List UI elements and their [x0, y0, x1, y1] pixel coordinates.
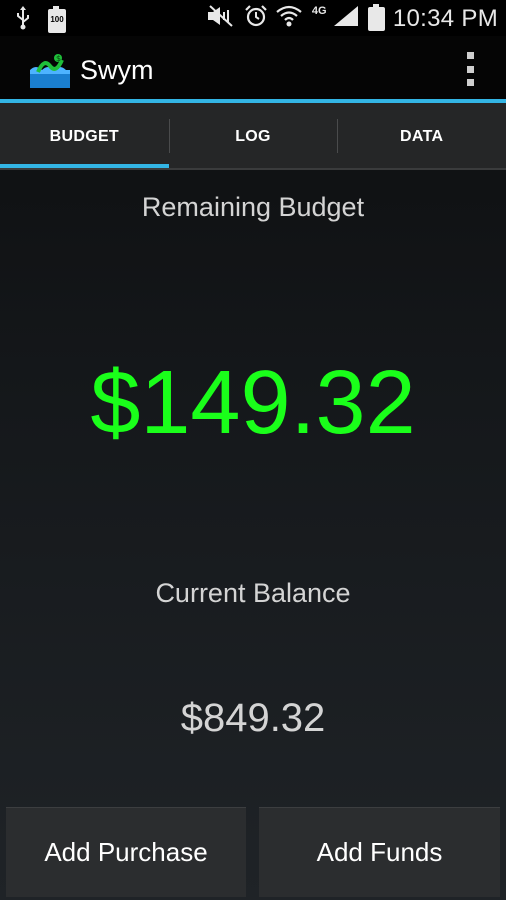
swym-logo-icon: $ — [28, 52, 72, 90]
tab-budget[interactable]: BUDGET — [0, 103, 169, 170]
status-bar-left: 100 — [14, 5, 66, 35]
battery-icon: 100 — [48, 5, 66, 33]
svg-text:$: $ — [56, 54, 61, 63]
current-balance-label: Current Balance — [155, 578, 351, 608]
tab-bar-divider — [0, 168, 506, 170]
tab-bar: BUDGET LOG DATA — [0, 103, 506, 170]
tab-budget-label: BUDGET — [49, 127, 120, 145]
alarm-icon — [244, 4, 268, 33]
remaining-budget-value: $149.32 — [90, 353, 416, 453]
remaining-budget-label: Remaining Budget — [141, 192, 365, 222]
tab-log-label: LOG — [235, 127, 271, 145]
app-title: Swym — [80, 55, 154, 85]
action-bar — [0, 36, 506, 99]
tab-data[interactable]: DATA — [337, 103, 506, 170]
usb-icon — [14, 6, 32, 35]
battery-level-text: 100 — [50, 14, 64, 24]
status-bar-right: 4G 10:34 PM — [206, 3, 498, 33]
network-type-text: 4G — [311, 5, 327, 17]
add-funds-button[interactable]: Add Funds — [259, 807, 500, 897]
signal-icon: 4G — [310, 4, 360, 33]
status-bar: 100 4G 10:34 PM — [0, 0, 506, 36]
add-purchase-button[interactable]: Add Purchase — [6, 807, 246, 897]
current-balance-value: $849.32 — [180, 696, 326, 740]
tab-log[interactable]: LOG — [168, 103, 338, 170]
tab-data-label: DATA — [400, 127, 444, 145]
app-screen: 100 4G 10:34 PM $ Swym BUDGET LOG DATA R… — [0, 0, 506, 900]
wifi-icon — [276, 4, 302, 33]
mute-icon — [206, 4, 236, 33]
overflow-menu-icon[interactable] — [462, 52, 478, 86]
battery-full-icon — [367, 3, 385, 31]
status-time: 10:34 PM — [392, 4, 498, 32]
